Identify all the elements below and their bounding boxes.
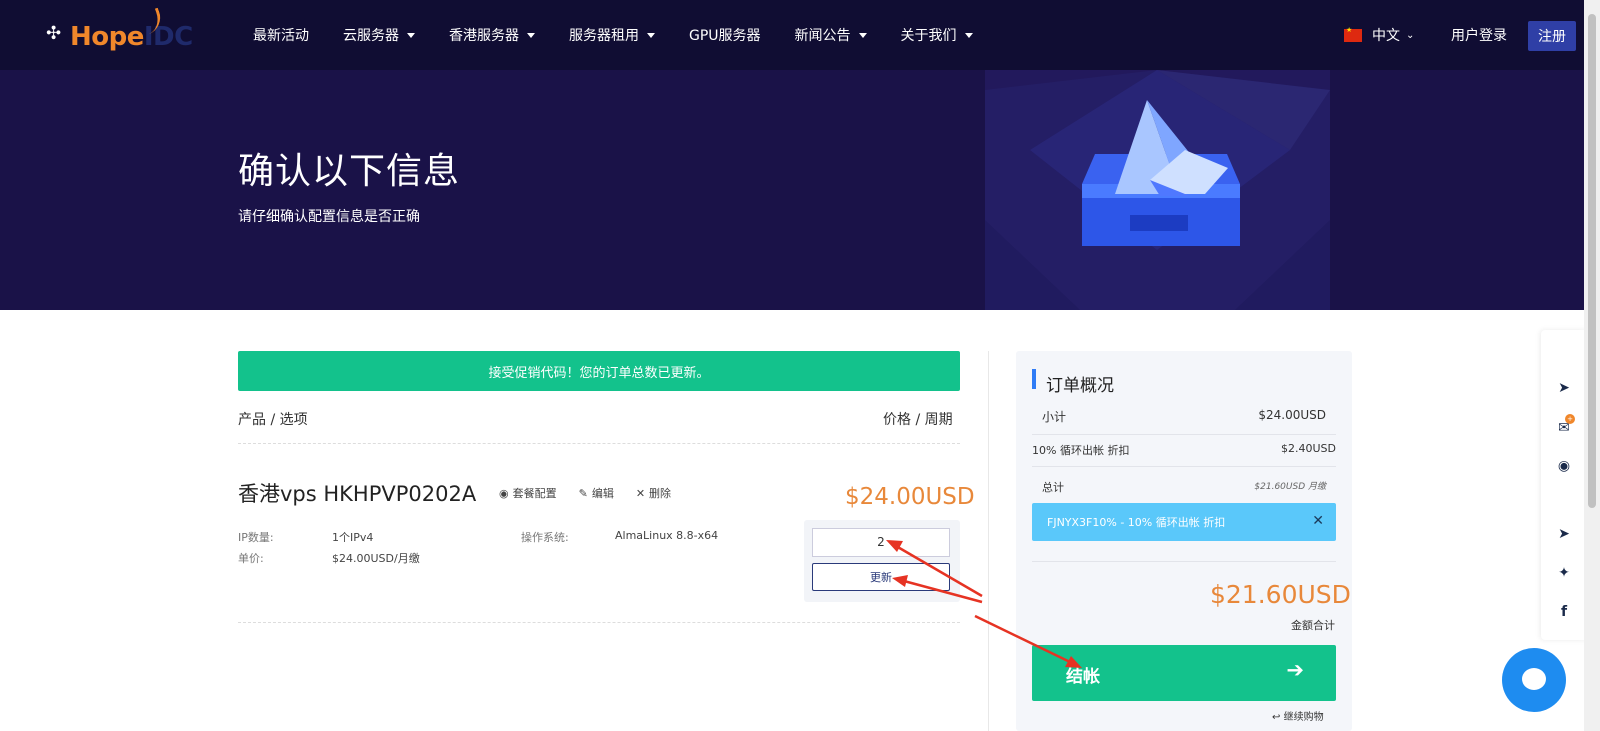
spec-ip-label: IP数量: <box>238 531 274 544</box>
telegram-share-icon[interactable]: ➤ <box>1556 526 1572 542</box>
caret-down-icon <box>858 32 867 38</box>
checkout-button[interactable]: 结帐 ➔ <box>1032 645 1336 701</box>
caret-down-icon <box>527 32 535 38</box>
column-header-product: 产品 / 选项 <box>238 412 308 428</box>
promo-success-alert: 接受促销代码！您的订单总数已更新。 <box>238 351 960 391</box>
divider <box>238 622 960 623</box>
login-link[interactable]: 用户登录 <box>1451 25 1507 45</box>
spec-os-label: 操作系统: <box>521 531 569 544</box>
nav-item-gpu[interactable]: GPU服务器 <box>689 25 761 45</box>
spec-unit-label: 单价: <box>238 552 264 565</box>
logo-wordmark: HopeIDC <box>70 22 193 52</box>
page: ✣ HopeIDC 最新活动 云服务器 香港服务器 服务器租用 GPU服务器 新… <box>0 0 1600 731</box>
nav-item-news[interactable]: 新闻公告 <box>795 25 867 45</box>
floating-contact-bar <box>1541 330 1587 640</box>
mail-badge: + <box>1565 414 1575 424</box>
caret-down-icon <box>407 32 415 38</box>
top-navbar: ✣ HopeIDC 最新活动 云服务器 香港服务器 服务器租用 GPU服务器 新… <box>0 0 1584 70</box>
eye-icon: ◉ <box>499 486 509 500</box>
grand-total-label: 金额合计 <box>1291 619 1335 632</box>
product-price: $24.00USD <box>845 484 975 510</box>
logo[interactable]: ✣ HopeIDC <box>46 7 196 64</box>
nav-item-cloud[interactable]: 云服务器 <box>343 25 415 45</box>
scrollbar-thumb[interactable] <box>1588 14 1596 508</box>
delete-link[interactable]: ✕ 删除 <box>636 485 671 501</box>
chevron-down-icon: ⌄ <box>1406 29 1415 41</box>
summary-title-accent <box>1032 369 1036 389</box>
product-name: 香港vps HKHPVP0202A <box>238 482 477 506</box>
spec-os-value: AlmaLinux 8.8-x64 <box>615 529 719 542</box>
discount-value: $2.40USD <box>1281 442 1336 455</box>
nav-item-server-rental[interactable]: 服务器租用 <box>569 25 655 45</box>
facebook-icon[interactable]: f <box>1556 604 1572 620</box>
column-divider <box>988 351 989 731</box>
view-config-link[interactable]: ◉ 套餐配置 <box>499 485 557 501</box>
divider <box>238 443 960 444</box>
subtotal-label: 小计 <box>1042 410 1067 424</box>
telegram-circle-icon[interactable]: ◉ <box>1556 458 1572 474</box>
discount-label: 10% 循环出帐 折扣 <box>1032 444 1130 457</box>
telegram-icon[interactable]: ➤ <box>1556 380 1572 396</box>
subtotal-row: 小计 $24.00USD <box>1032 408 1336 425</box>
subtotal-value: $24.00USD <box>1258 408 1326 422</box>
caret-down-icon <box>647 32 655 38</box>
hero-banner: 确认以下信息 请仔细确认配置信息是否正确 <box>0 70 1584 310</box>
divider <box>1032 561 1336 562</box>
twitter-icon[interactable]: ✦ <box>1556 565 1572 581</box>
live-chat-button[interactable] <box>1502 648 1566 712</box>
nav-item-latest[interactable]: 最新活动 <box>253 25 309 45</box>
nav-item-hk-server[interactable]: 香港服务器 <box>449 25 535 45</box>
total-value: $21.60USD 月缴 <box>1254 482 1326 492</box>
reply-arrow-icon: ↩ <box>1272 712 1281 723</box>
page-title: 确认以下信息 <box>238 151 461 192</box>
update-quantity-button[interactable]: 更新 <box>812 563 950 591</box>
product-actions: ◉ 套餐配置 ✎ 编辑 ✕ 删除 <box>499 485 693 501</box>
checkout-label: 结帐 <box>1066 667 1100 687</box>
caret-down-icon <box>964 32 973 38</box>
total-row: 总计 $21.60USD 月缴 <box>1032 479 1336 495</box>
promo-code-text: FJNYX3F10% - 10% 循环出帐 折扣 <box>1047 516 1226 529</box>
main-nav: 最新活动 云服务器 香港服务器 服务器租用 GPU服务器 新闻公告 关于我们 <box>253 0 1007 70</box>
edit-link[interactable]: ✎ 编辑 <box>579 485 614 501</box>
language-selector[interactable]: 中文 ⌄ <box>1344 25 1414 45</box>
column-header-price: 价格 / 周期 <box>883 412 953 428</box>
applied-promo-code: FJNYX3F10% - 10% 循环出帐 折扣 ✕ <box>1032 503 1336 541</box>
register-button[interactable]: 注册 <box>1528 21 1576 51</box>
times-icon: ✕ <box>635 486 646 500</box>
china-flag-icon <box>1344 26 1362 42</box>
grand-total-amount: $21.60USD <box>1210 580 1351 609</box>
remove-promo-icon[interactable]: ✕ <box>1312 513 1324 529</box>
summary-title: 订单概况 <box>1046 376 1114 396</box>
arrow-right-icon: ➔ <box>1286 658 1304 682</box>
divider <box>1032 434 1336 435</box>
nav-item-about[interactable]: 关于我们 <box>901 25 973 45</box>
spec-ip-value: 1个IPv4 <box>332 531 374 544</box>
quantity-input[interactable]: 2 <box>812 528 950 557</box>
total-label: 总计 <box>1042 481 1064 494</box>
discount-row: 10% 循环出帐 折扣 $2.40USD <box>1032 442 1336 458</box>
continue-shopping-link[interactable]: ↩ 继续购物 <box>1272 708 1324 723</box>
spec-unit-value: $24.00USD/月缴 <box>332 552 420 565</box>
page-subtitle: 请仔细确认配置信息是否正确 <box>238 209 420 225</box>
pencil-icon: ✎ <box>578 486 588 500</box>
logo-mark-icon: ✣ <box>46 23 62 44</box>
chat-icon <box>1522 668 1546 690</box>
divider <box>1032 466 1336 467</box>
language-label: 中文 <box>1372 28 1400 44</box>
